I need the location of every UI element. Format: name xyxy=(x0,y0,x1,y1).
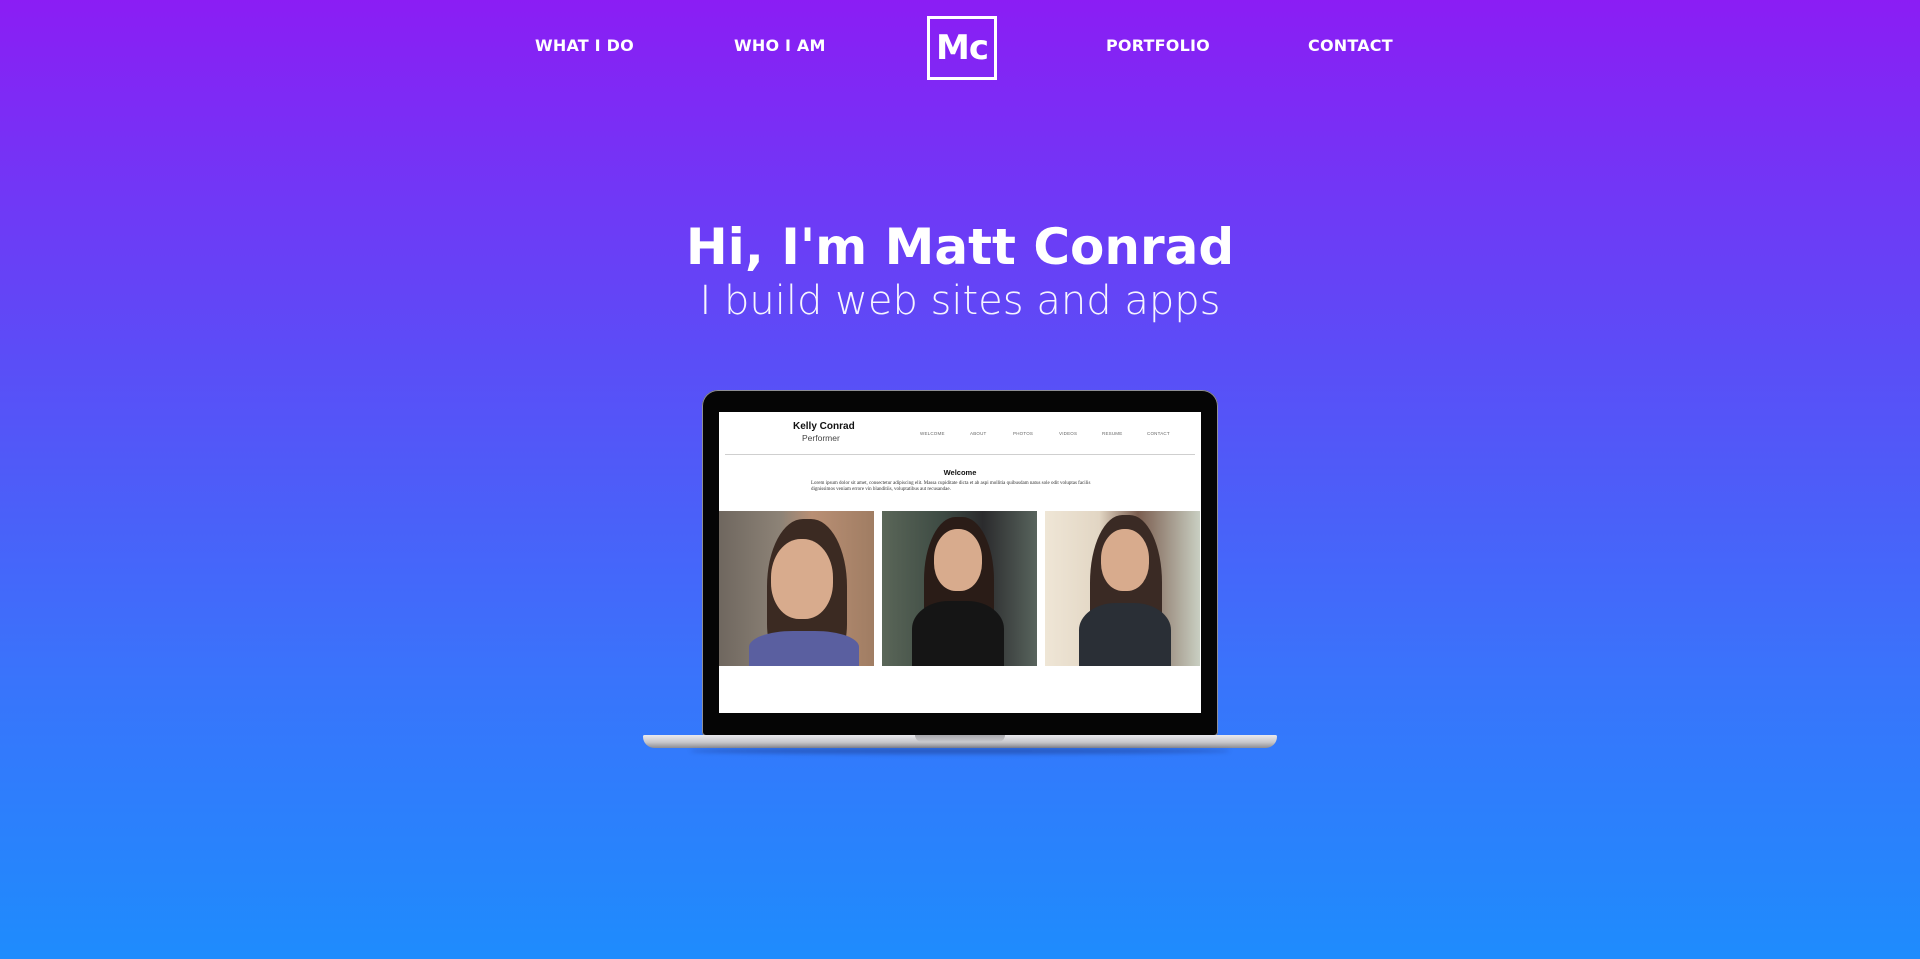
mini-nav-contact[interactable]: CONTACT xyxy=(1147,431,1170,436)
nav-link-what-i-do[interactable]: WHAT I DO xyxy=(535,36,634,55)
mini-welcome-heading: Welcome xyxy=(943,468,977,477)
mini-photo-2[interactable] xyxy=(882,511,1037,666)
mini-nav-about[interactable]: ABOUT xyxy=(970,431,987,436)
laptop-notch xyxy=(915,735,1005,742)
mini-nav-resume[interactable]: RESUME xyxy=(1102,431,1122,436)
nav-link-contact[interactable]: CONTACT xyxy=(1308,36,1393,55)
mini-site-role: Performer xyxy=(802,433,840,443)
mini-nav-welcome[interactable]: WELCOME xyxy=(920,431,945,436)
hero-title: Hi, I'm Matt Conrad xyxy=(685,218,1235,276)
mini-divider xyxy=(725,454,1195,455)
mini-photo-1[interactable] xyxy=(719,511,874,666)
laptop-screen: Kelly Conrad Performer WELCOME ABOUT PHO… xyxy=(719,412,1201,713)
mini-photo-3[interactable] xyxy=(1045,511,1200,666)
laptop-shadow xyxy=(690,748,1230,754)
mini-nav-photos[interactable]: PHOTOS xyxy=(1013,431,1033,436)
nav-link-who-i-am[interactable]: WHO I AM xyxy=(734,36,826,55)
site-logo[interactable]: Mc xyxy=(927,16,997,80)
mini-nav-videos[interactable]: VIDEOS xyxy=(1059,431,1077,436)
nav-link-portfolio[interactable]: PORTFOLIO xyxy=(1106,36,1210,55)
top-nav: WHAT I DO WHO I AM Mc PORTFOLIO CONTACT xyxy=(0,0,1920,92)
mini-welcome-text: Lorem ipsum dolor sit amet, consectetur … xyxy=(811,481,1091,492)
hero-subtitle: I build web sites and apps xyxy=(699,278,1221,324)
mini-site-name: Kelly Conrad xyxy=(793,421,855,432)
